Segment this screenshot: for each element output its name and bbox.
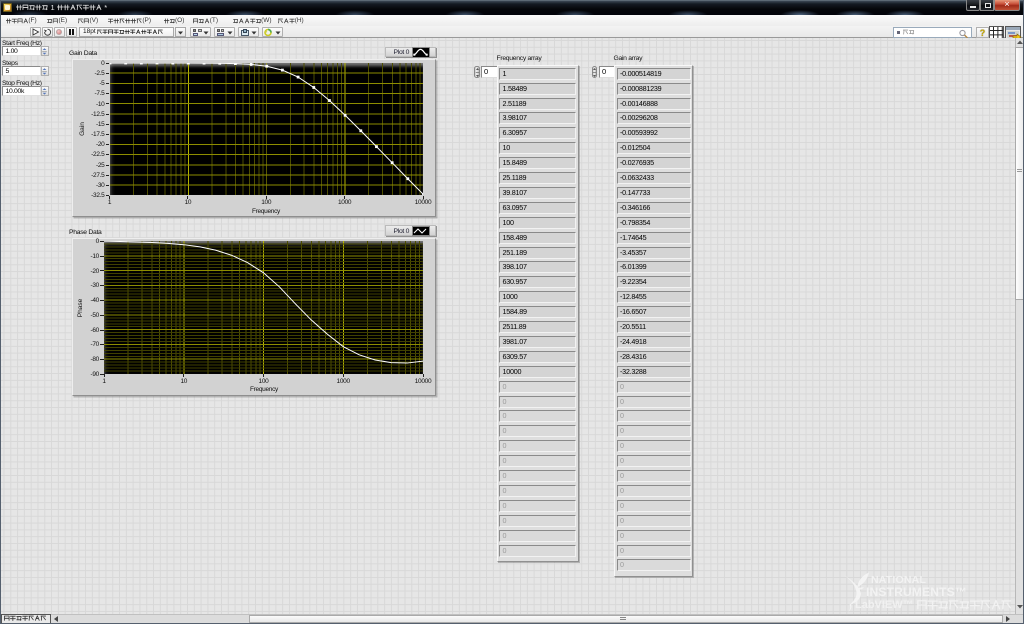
svg-text:INSTRUMENTS™: INSTRUMENTS™ bbox=[866, 585, 967, 599]
